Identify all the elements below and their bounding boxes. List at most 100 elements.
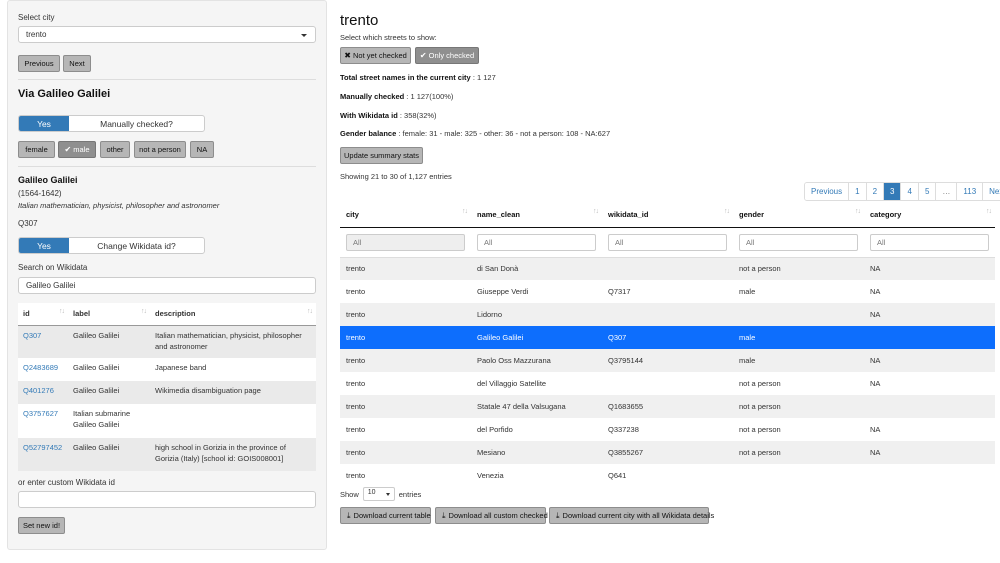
column-header-category[interactable]: category ↑↓ xyxy=(864,203,995,228)
download-icon: ⤓ xyxy=(442,510,446,520)
table-row[interactable]: trento del Villaggio Satellite not a perso… xyxy=(340,372,995,395)
gender-not-a-person-button[interactable]: not a person xyxy=(134,141,186,158)
gender-male-button[interactable]: ✔ male xyxy=(58,141,96,158)
custom-wikidata-id-input[interactable] xyxy=(18,491,316,508)
table-row[interactable]: Q401276 Galileo Galilei Wikimedia disamb… xyxy=(18,381,316,404)
pagination-page-2[interactable]: 2 xyxy=(866,183,885,200)
filter-prompt: Select which streets to show: xyxy=(340,33,437,42)
pagination-next[interactable]: Next xyxy=(983,183,1000,200)
change-wikidata-label[interactable]: Change Wikidata id? xyxy=(69,238,204,253)
download-city-wikidata-button[interactable]: ⤓ Download current city with all Wikidata… xyxy=(549,507,714,524)
pagination-page-113[interactable]: 113 xyxy=(957,183,984,200)
cell-category xyxy=(864,464,995,487)
street-title: Via Galileo Galilei xyxy=(18,88,111,100)
cell-wikidata-id: Q7317 xyxy=(602,280,733,303)
table-row[interactable]: trento Galileo Galilei Q307 male xyxy=(340,326,995,349)
manually-checked-label[interactable]: Manually checked? xyxy=(69,116,204,131)
cell-category: NA xyxy=(864,257,995,280)
cell-category: NA xyxy=(864,303,995,326)
column-header-description[interactable]: description ↑↓ xyxy=(150,303,316,326)
cell-name-clean: Lidorno xyxy=(471,303,602,326)
change-wikidata-yes[interactable]: Yes xyxy=(19,238,69,253)
pagination-previous[interactable]: Previous xyxy=(805,183,850,200)
result-label: Galileo Galilei xyxy=(68,325,150,358)
column-header-gender[interactable]: gender ↑↓ xyxy=(733,203,864,228)
cell-wikidata-id: Q3795144 xyxy=(602,349,733,372)
wikidata-results-table: id ↑↓ label ↑↓ description ↑↓ Q307 Galileo … xyxy=(18,303,316,471)
filter-wikidata-input[interactable]: All xyxy=(608,233,727,251)
wikidata-id-link[interactable]: Q401276 xyxy=(23,386,54,395)
cell-name-clean: Giuseppe Verdi xyxy=(471,280,602,303)
cell-category: NA xyxy=(864,418,995,441)
check-icon: ✔ xyxy=(419,50,427,60)
column-header-label[interactable]: label ↑↓ xyxy=(68,303,150,326)
table-row[interactable]: trento del Porfido Q337238 not a person NA xyxy=(340,418,995,441)
wikidata-id-link[interactable]: Q2483689 xyxy=(23,363,58,372)
filter-city-input[interactable]: All xyxy=(346,233,465,251)
sort-icon: ↑↓ xyxy=(307,308,313,315)
change-wikidata-toggle[interactable]: Yes Change Wikidata id? xyxy=(18,237,205,254)
only-checked-button[interactable]: ✔ Only checked xyxy=(415,47,479,64)
entity-wikidata-link[interactable]: Q307 xyxy=(18,219,38,228)
wikidata-id-link[interactable]: Q3757627 xyxy=(23,409,58,418)
entries-select[interactable]: 10 xyxy=(362,487,395,501)
table-row[interactable]: trento Venezia Q641 xyxy=(340,464,995,487)
table-row[interactable]: Q52797452 Galileo Galilei high school in… xyxy=(18,438,316,471)
filter-gender-input[interactable]: All xyxy=(739,233,858,251)
next-street-button[interactable]: Next xyxy=(63,55,91,72)
column-header-wikidata-id[interactable]: wikidata_id ↑↓ xyxy=(602,203,733,228)
gender-female-button[interactable]: female xyxy=(18,141,55,158)
entity-dates: (1564-1642) xyxy=(18,189,62,198)
column-header-id[interactable]: id ↑↓ xyxy=(18,303,68,326)
pagination-page-1[interactable]: 1 xyxy=(849,183,867,200)
search-wikidata-input[interactable]: Galileo Galilei xyxy=(18,277,316,294)
cell-city: trento xyxy=(340,441,471,464)
cell-category: NA xyxy=(864,372,995,395)
manually-checked-toggle[interactable]: Yes Manually checked? xyxy=(18,115,205,132)
wikidata-id-link[interactable]: Q307 xyxy=(23,331,41,340)
download-icon: ⤓ xyxy=(347,510,351,520)
pagination-page-5[interactable]: 5 xyxy=(918,183,937,200)
result-label: Galileo Galilei xyxy=(68,381,150,404)
gender-other-button[interactable]: other xyxy=(100,141,130,158)
table-row[interactable]: trento Mesiano Q3855267 not a person NA xyxy=(340,441,995,464)
cell-city: trento xyxy=(340,303,471,326)
table-row[interactable]: Q3757627 Italian submarine Galileo Galil… xyxy=(18,404,316,438)
cell-gender: male xyxy=(733,326,864,349)
entity-name: Galileo Galilei xyxy=(18,175,78,185)
pagination-page-3[interactable]: 3 xyxy=(884,183,902,200)
cell-wikidata-id: Q337238 xyxy=(602,418,733,441)
gender-male-label: male xyxy=(73,145,90,154)
column-header-city[interactable]: city ↑↓ xyxy=(340,203,471,228)
pagination: Previous 1 2 3 4 5 … 113 Next xyxy=(804,182,1000,201)
sort-icon: ↑↓ xyxy=(724,208,730,215)
download-current-table-button[interactable]: ⤓ Download current table xyxy=(340,507,431,524)
cell-gender: not a person xyxy=(733,257,864,280)
cell-name-clean: Galileo Galilei xyxy=(471,326,602,349)
pagination-page-4[interactable]: 4 xyxy=(901,183,919,200)
stat-wikidata: With Wikidata id : 358(32%) xyxy=(340,111,437,120)
table-row[interactable]: trento Lidorno NA xyxy=(340,303,995,326)
table-row[interactable]: trento Paolo Oss Mazzurana Q3795144 male NA xyxy=(340,349,995,372)
cell-name-clean: del Porfido xyxy=(471,418,602,441)
filter-name-input[interactable]: All xyxy=(477,233,596,251)
update-summary-button[interactable]: Update summary stats xyxy=(340,147,423,164)
gender-na-button[interactable]: NA xyxy=(190,141,214,158)
filter-category-input[interactable]: All xyxy=(870,233,989,251)
table-row[interactable]: Q2483689 Galileo Galilei Japanese band xyxy=(18,358,316,381)
result-description: high school in Gorizia in the province o… xyxy=(150,438,316,471)
cell-city: trento xyxy=(340,349,471,372)
table-row[interactable]: Q307 Galileo Galilei Italian mathematici… xyxy=(18,325,316,358)
table-row[interactable]: trento Giuseppe Verdi Q7317 male NA xyxy=(340,280,995,303)
download-all-checked-button[interactable]: ⤓ Download all custom checked xyxy=(435,507,548,524)
manually-checked-yes[interactable]: Yes xyxy=(19,116,69,131)
table-row[interactable]: trento Statale 47 della Valsugana Q1683655… xyxy=(340,395,995,418)
city-select[interactable]: trento xyxy=(18,26,316,43)
previous-street-button[interactable]: Previous xyxy=(18,55,60,72)
cell-category: NA xyxy=(864,441,995,464)
wikidata-id-link[interactable]: Q52797452 xyxy=(23,443,62,452)
column-header-name-clean[interactable]: name_clean ↑↓ xyxy=(471,203,602,228)
table-row[interactable]: trento di San Donà not a person NA xyxy=(340,257,995,280)
not-yet-checked-button[interactable]: ✖ Not yet checked xyxy=(340,47,411,64)
set-new-id-button[interactable]: Set new id! xyxy=(18,517,65,534)
